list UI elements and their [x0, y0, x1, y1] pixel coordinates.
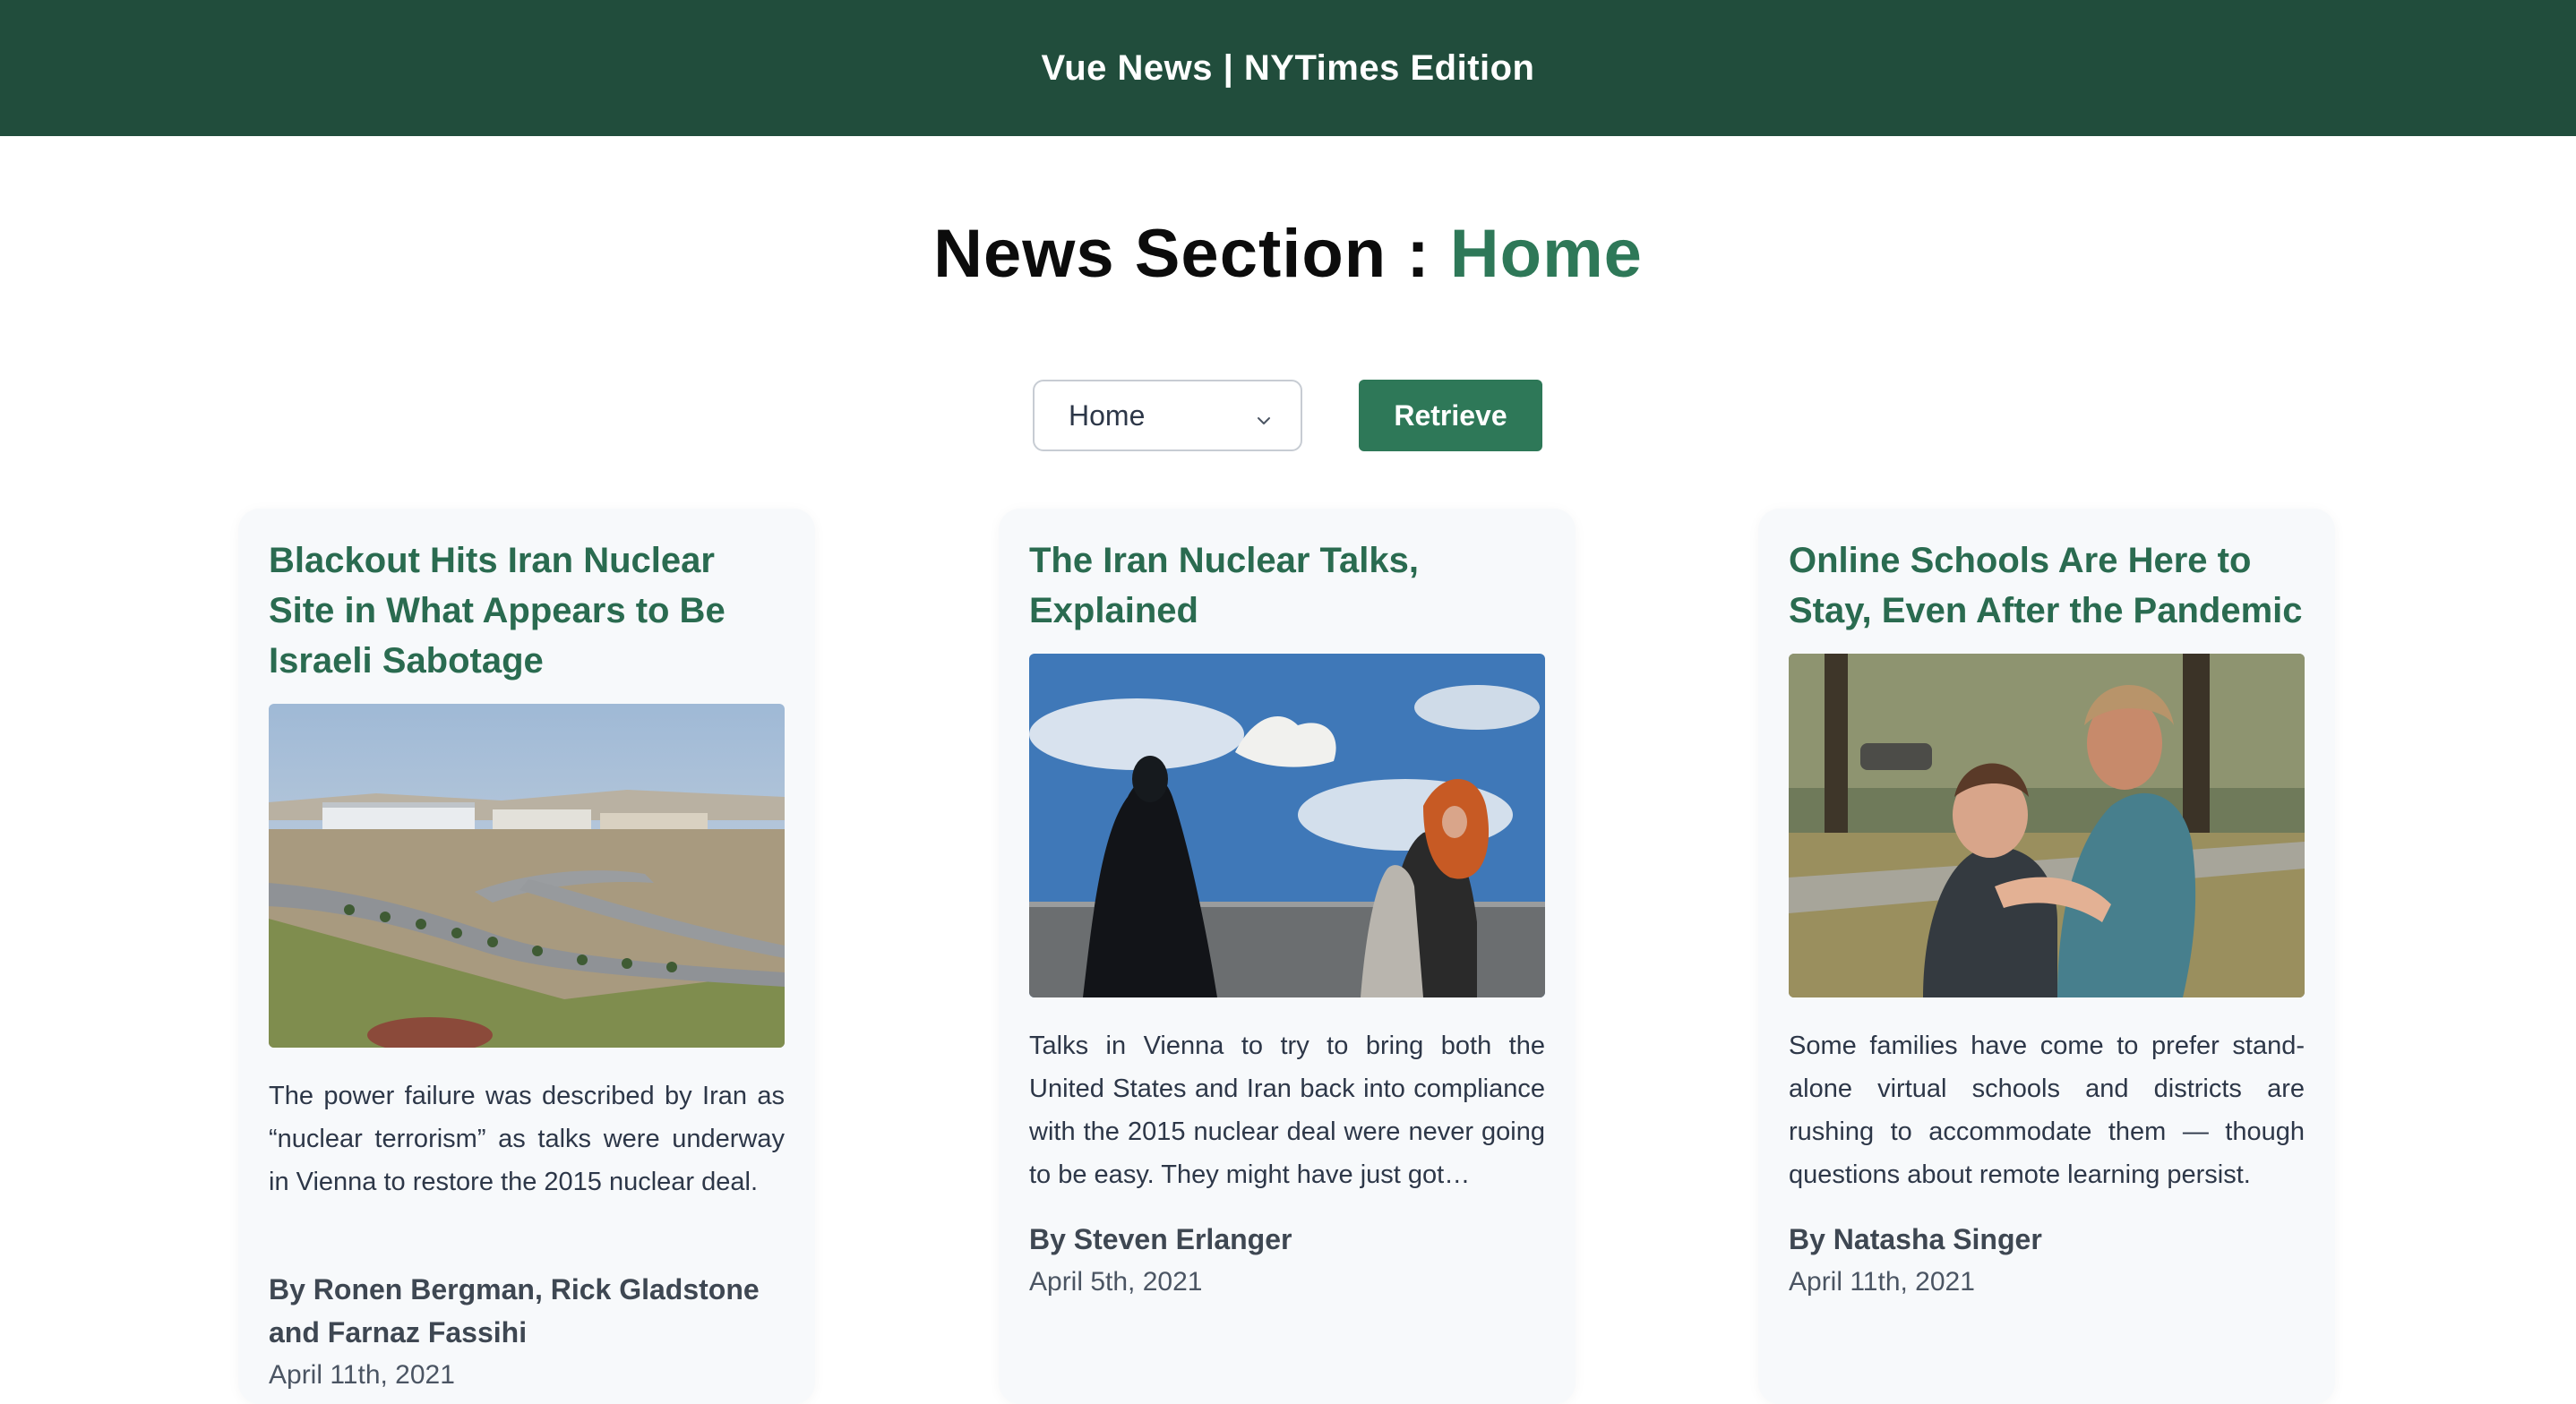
- article-abstract: The power failure was described by Iran …: [269, 1082, 785, 1196]
- article-title[interactable]: Online Schools Are Here to Stay, Even Af…: [1789, 535, 2305, 636]
- article-byline: By Ronen Bergman, Rick Gladstone and Far…: [269, 1273, 760, 1348]
- article-abstract: Some families have come to prefer stand-…: [1789, 1032, 2305, 1189]
- article-title[interactable]: Blackout Hits Iran Nuclear Site in What …: [269, 535, 785, 686]
- page-title: News Section : Home: [0, 215, 2576, 293]
- section-name: Home: [1449, 216, 1643, 292]
- article-byline: By Steven Erlanger: [1029, 1223, 1292, 1255]
- chevron-down-icon: [1254, 405, 1274, 424]
- article-card: Blackout Hits Iran Nuclear Site in What …: [238, 509, 815, 1404]
- top-bar: Vue News | NYTimes Edition: [0, 0, 2576, 136]
- article-abstract: Talks in Vienna to try to bring both the…: [1029, 1032, 1545, 1189]
- article-card: The Iran Nuclear Talks, Explained Talks …: [999, 509, 1576, 1404]
- article-image[interactable]: [1029, 654, 1545, 997]
- article-date: April 11th, 2021: [1789, 1267, 1975, 1297]
- section-select[interactable]: Home: [1033, 380, 1302, 451]
- article-date: April 5th, 2021: [1029, 1267, 1203, 1297]
- app-title: Vue News | NYTimes Edition: [1041, 47, 1535, 88]
- article-image[interactable]: [269, 704, 785, 1048]
- article-title[interactable]: The Iran Nuclear Talks, Explained: [1029, 535, 1545, 636]
- article-date: April 11th, 2021: [269, 1360, 455, 1390]
- section-prefix: News Section :: [933, 216, 1450, 292]
- retrieve-button[interactable]: Retrieve: [1359, 380, 1542, 451]
- section-select-value: Home: [1069, 398, 1146, 432]
- article-card: Online Schools Are Here to Stay, Even Af…: [1758, 509, 2335, 1404]
- article-byline: By Natasha Singer: [1789, 1223, 2042, 1255]
- article-image[interactable]: [1789, 654, 2305, 997]
